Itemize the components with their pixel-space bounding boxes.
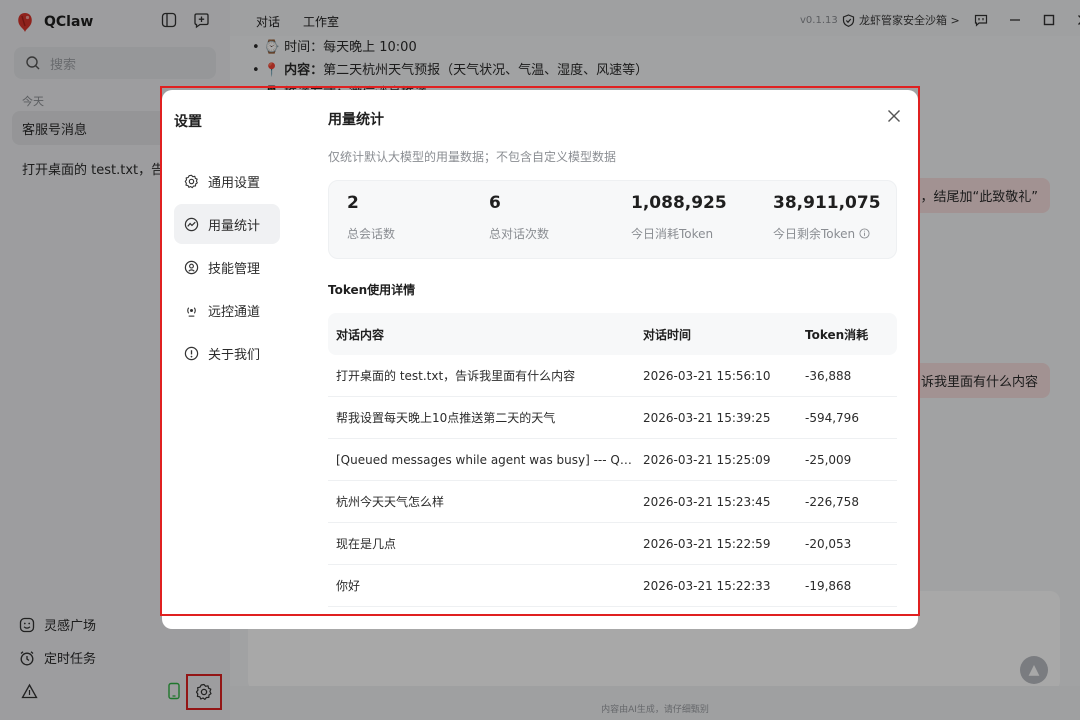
nav-label: 用量统计 [208, 218, 261, 234]
nav-about-us[interactable]: 关于我们 [174, 333, 280, 373]
row-time: 2026-03-21 15:22:33 [643, 578, 771, 593]
row-time: 2026-03-21 15:56:10 [643, 368, 771, 383]
stat-total-dialogs: 6 总对话次数 [489, 193, 549, 242]
info-icon [182, 344, 200, 362]
row-time: 2026-03-21 15:25:09 [643, 452, 771, 467]
nav-label: 关于我们 [208, 347, 261, 363]
row-content: 帮我设置每天晚上10点推送第二天的天气 [336, 411, 556, 425]
close-icon [885, 107, 903, 125]
stat-value: 2 [347, 193, 359, 213]
settings-nav: 设置 通用设置 用量统计 技能管理 远控通道 关于我们 [162, 90, 302, 629]
row-content: 现在是几点 [336, 537, 397, 551]
info-icon[interactable] [858, 228, 870, 240]
settings-title: 设置 [174, 114, 202, 130]
nav-general-settings[interactable]: 通用设置 [174, 161, 280, 201]
chart-icon [182, 215, 200, 233]
row-tokens: -20,053 [805, 536, 852, 551]
usage-subtitle: 仅统计默认大模型的用量数据；不包含自定义模型数据 [328, 150, 617, 164]
column-header: Token消耗 [805, 327, 869, 342]
token-usage-table: 对话内容 对话时间 Token消耗 打开桌面的 test.txt，告诉我里面有什… [328, 313, 897, 607]
row-time: 2026-03-21 15:23:45 [643, 494, 771, 509]
row-tokens: -19,868 [805, 578, 852, 593]
row-tokens: -594,796 [805, 410, 859, 425]
settings-modal: 设置 通用设置 用量统计 技能管理 远控通道 关于我们 用量统计 仅统计默认大模… [162, 90, 918, 629]
stat-today-consumed: 1,088,925 今日消耗Token [631, 193, 727, 242]
stat-label: 总对话次数 [489, 227, 550, 241]
gear-icon [182, 172, 200, 190]
table-row: 打开桌面的 test.txt，告诉我里面有什么内容 2026-03-21 15:… [328, 355, 897, 397]
table-row: 你好 2026-03-21 15:22:33 -19,868 [328, 565, 897, 607]
table-row: 现在是几点 2026-03-21 15:22:59 -20,053 [328, 523, 897, 565]
nav-label: 远控通道 [208, 304, 261, 320]
row-tokens: -226,758 [805, 494, 859, 509]
row-content: [Queued messages while agent was busy] -… [336, 452, 643, 467]
close-modal-button[interactable] [884, 106, 904, 126]
stat-total-sessions: 2 总会话数 [347, 193, 395, 242]
row-tokens: -25,009 [805, 452, 852, 467]
row-content: 你好 [336, 579, 361, 593]
nav-skill-management[interactable]: 技能管理 [174, 247, 280, 287]
stat-value: 38,911,075 [773, 193, 881, 213]
skill-icon [182, 258, 200, 276]
table-row: 杭州今天天气怎么样 2026-03-21 15:23:45 -226,758 [328, 481, 897, 523]
column-header: 对话内容 [336, 327, 385, 342]
stat-value: 6 [489, 193, 501, 213]
usage-title: 用量统计 [328, 112, 384, 128]
row-content: 打开桌面的 test.txt，告诉我里面有什么内容 [336, 369, 576, 383]
column-header: 对话时间 [643, 327, 692, 342]
row-tokens: -36,888 [805, 368, 852, 383]
row-time: 2026-03-21 15:39:25 [643, 410, 771, 425]
row-time: 2026-03-21 15:22:59 [643, 536, 771, 551]
stat-value: 1,088,925 [631, 193, 727, 213]
nav-usage-stats[interactable]: 用量统计 [174, 204, 280, 244]
stat-label: 今日消耗Token [631, 227, 714, 241]
row-content: 杭州今天天气怎么样 [336, 495, 445, 509]
nav-remote-channel[interactable]: 远控通道 [174, 290, 280, 330]
nav-label: 通用设置 [208, 175, 261, 191]
table-header: 对话内容 对话时间 Token消耗 [328, 313, 897, 355]
stats-card: 2 总会话数 6 总对话次数 1,088,925 今日消耗Token 38,91… [328, 180, 897, 259]
stat-label: 今日剩余Token [773, 227, 856, 241]
table-row: 帮我设置每天晚上10点推送第二天的天气 2026-03-21 15:39:25 … [328, 397, 897, 439]
stat-label: 总会话数 [347, 227, 396, 241]
table-row: [Queued messages while agent was busy] -… [328, 439, 897, 481]
nav-label: 技能管理 [208, 261, 261, 277]
stat-today-remaining: 38,911,075 今日剩余Token [773, 193, 881, 242]
remote-icon [182, 301, 200, 319]
usage-panel: 用量统计 仅统计默认大模型的用量数据；不包含自定义模型数据 2 总会话数 6 总… [328, 90, 900, 629]
token-detail-title: Token使用详情 [328, 283, 416, 297]
